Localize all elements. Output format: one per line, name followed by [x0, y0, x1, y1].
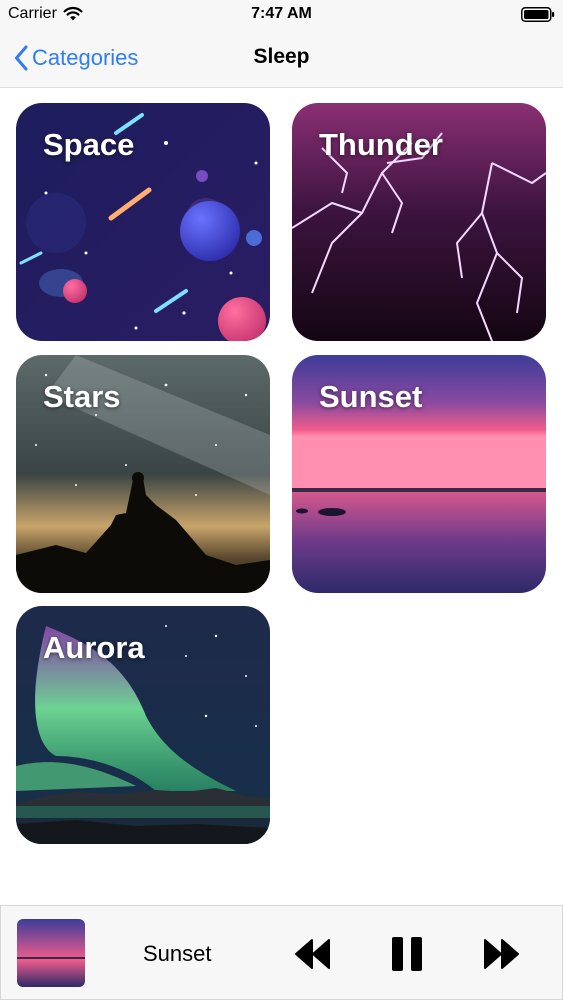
now-playing-bar: Sunset — [0, 905, 563, 1000]
pause-icon[interactable] — [387, 934, 427, 974]
fast-forward-icon[interactable] — [481, 934, 521, 974]
now-playing-title: Sunset — [143, 941, 212, 966]
tile-label: Space — [43, 127, 135, 162]
category-tile-aurora[interactable]: Aurora — [16, 606, 270, 844]
page-title: Sleep — [253, 45, 310, 68]
now-playing-artwork[interactable] — [17, 919, 85, 987]
rewind-icon[interactable] — [293, 934, 333, 974]
category-tile-stars[interactable]: Stars — [16, 355, 270, 593]
category-tile-space[interactable]: Space — [16, 103, 270, 341]
tile-label: Sunset — [319, 379, 423, 414]
navigation-bar: Categories Sleep — [0, 30, 563, 88]
tile-label: Aurora — [43, 630, 145, 665]
tile-label: Thunder — [319, 127, 443, 162]
status-bar: Carrier 7:47 AM — [0, 0, 563, 30]
sunset-thumbnail — [17, 919, 85, 987]
battery-icon — [521, 7, 555, 22]
status-time: 7:47 AM — [251, 5, 312, 22]
category-tile-thunder[interactable]: Thunder — [292, 103, 546, 341]
category-tile-sunset[interactable]: Sunset — [292, 355, 546, 593]
tile-label: Stars — [43, 379, 121, 414]
